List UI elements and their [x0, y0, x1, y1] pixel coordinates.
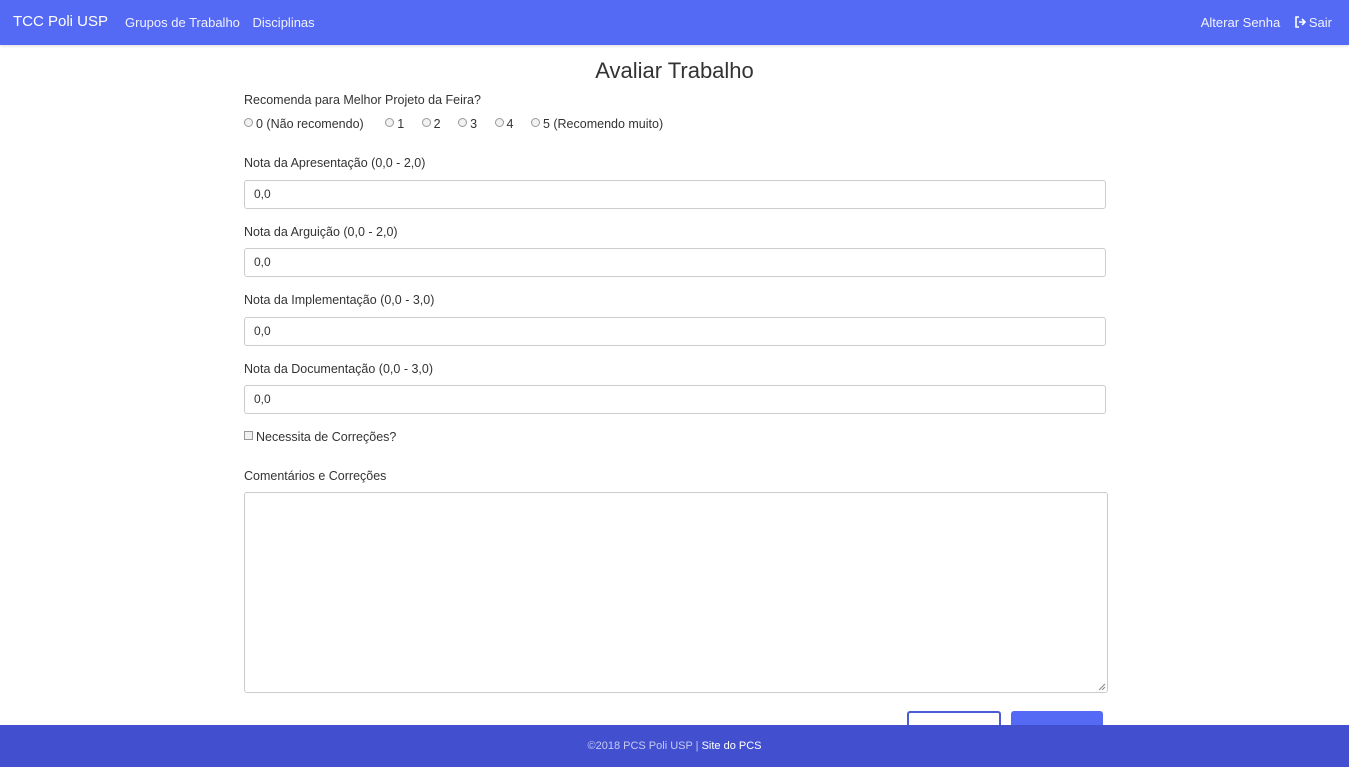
radio-option-5[interactable]: 5 (Recomendo muito): [530, 117, 664, 131]
radio-option-3[interactable]: 3: [458, 117, 477, 131]
radio-option-1[interactable]: 1: [385, 117, 404, 131]
radio-button[interactable]: [530, 118, 540, 127]
resize-handle-icon[interactable]: [1098, 683, 1106, 691]
checkbox[interactable]: [244, 431, 253, 440]
radio-option-0[interactable]: 0 (Não recomendo): [244, 117, 364, 131]
radio-label: 5 (Recomendo muito): [542, 117, 664, 131]
radio-button[interactable]: [494, 118, 504, 127]
footer-link-pcs[interactable]: Site do PCS: [702, 740, 762, 752]
logout-link[interactable]: Sair: [1294, 15, 1332, 30]
change-password-link[interactable]: Alterar Senha: [1201, 15, 1281, 30]
radio-option-2[interactable]: 2: [421, 117, 441, 131]
radio-option-4[interactable]: 4: [494, 117, 514, 131]
documentation-grade-input[interactable]: 0,0: [244, 385, 1106, 414]
presentation-label: Nota da Apresentação (0,0 - 2,0): [244, 156, 426, 170]
implementation-label: Nota da Implementação (0,0 - 3,0): [244, 293, 435, 307]
nav-right: Alterar Senha Sair: [1191, 15, 1332, 30]
footer-copyright: ©2018 PCS Poli USP |: [587, 740, 702, 752]
radio-button[interactable]: [458, 118, 468, 127]
recommend-label: Recomenda para Melhor Projeto da Feira?: [244, 93, 481, 107]
radio-label: 4: [506, 117, 514, 131]
needs-corrections-label: Necessita de Correções?: [256, 430, 397, 444]
nav-link-disciplinas[interactable]: Disciplinas: [253, 15, 315, 30]
radio-label: 0 (Não recomendo): [256, 117, 364, 131]
radio-button[interactable]: [244, 118, 253, 127]
implementation-grade-input[interactable]: 0,0: [244, 317, 1106, 346]
comments-textarea[interactable]: [244, 492, 1108, 693]
recommend-radio-group: 0 (Não recomendo) 1 2 3 4 5 (Recomendo m…: [244, 117, 677, 131]
radio-button[interactable]: [385, 118, 395, 127]
page-title: Avaliar Trabalho: [595, 58, 754, 83]
presentation-grade-input[interactable]: 0,0: [244, 180, 1106, 209]
brand-logo[interactable]: TCC Poli USP: [13, 13, 108, 30]
top-navbar: TCC Poli USP Grupos de Trabalho Discipli…: [0, 0, 1349, 45]
nav-links: Grupos de Trabalho Disciplinas: [125, 15, 324, 30]
logout-label: Sair: [1308, 15, 1332, 30]
radio-label: 2: [433, 117, 441, 131]
needs-corrections-checkbox[interactable]: Necessita de Correções?: [244, 430, 396, 444]
footer: ©2018 PCS Poli USP | Site do PCS: [0, 725, 1349, 767]
radio-button[interactable]: [421, 118, 431, 127]
comments-label: Comentários e Correções: [244, 469, 387, 483]
arguicao-grade-input[interactable]: 0,0: [244, 248, 1106, 277]
sign-out-icon: [1295, 16, 1306, 28]
arguicao-label: Nota da Arguição (0,0 - 2,0): [244, 225, 398, 239]
radio-label: 3: [470, 117, 478, 131]
radio-label: 1: [397, 117, 405, 131]
documentation-label: Nota da Documentação (0,0 - 3,0): [244, 362, 433, 376]
nav-link-grupos[interactable]: Grupos de Trabalho: [125, 15, 240, 30]
